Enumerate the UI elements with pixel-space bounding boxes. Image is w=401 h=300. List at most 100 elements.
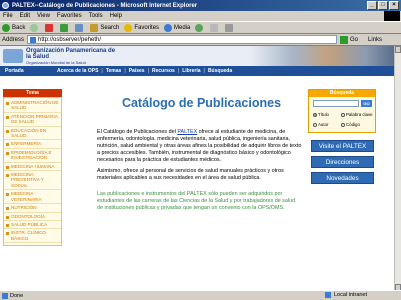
go-button[interactable]: Go	[340, 35, 358, 44]
paltex-link[interactable]: PALTEX	[177, 129, 197, 135]
novedades-button[interactable]: Novedades	[311, 172, 374, 184]
menu-tools[interactable]: Tools	[89, 13, 103, 19]
topic-item[interactable]: EDUCACIÓN EN SALUD	[4, 127, 61, 141]
ops-logo-icon[interactable]	[3, 49, 23, 63]
intro-text-start: El Catálogo de Publicaciones del	[97, 129, 178, 135]
favorites-label: Favorites	[134, 24, 160, 31]
topic-item[interactable]: MEDICINA PREVENTIVA Y SOCIAL	[4, 171, 61, 191]
bullet-icon	[6, 151, 9, 155]
menu-edit[interactable]: Edit	[20, 13, 30, 19]
mail-button[interactable]	[210, 23, 220, 32]
bullet-icon	[6, 143, 9, 147]
close-button[interactable]: ×	[389, 1, 399, 10]
topic-item[interactable]: ENFERMERÍA	[4, 140, 61, 149]
topic-item[interactable]: INSTR. CLÍNICO BÁSICO	[4, 229, 61, 244]
radio-selected-icon	[313, 112, 317, 117]
topic-label: MEDICINA VETERINARIA	[11, 191, 42, 202]
home-button[interactable]	[75, 23, 85, 32]
stop-button[interactable]	[45, 23, 55, 32]
menu-file[interactable]: File	[3, 13, 13, 19]
back-button[interactable]: Back	[2, 23, 26, 32]
bullet-icon	[6, 193, 9, 197]
radio-titulo[interactable]: Título	[313, 112, 329, 117]
nav-item-acerca[interactable]: Acerca de la OPS	[57, 68, 98, 74]
topic-item[interactable]: MEDICINA VETERINARIA	[4, 190, 61, 205]
radio-palabra-clave[interactable]: Palabra clave	[341, 112, 373, 117]
search-box-title: Búsqueda	[309, 90, 375, 97]
bullet-icon	[6, 232, 9, 236]
nav-item-busqueda[interactable]: Búsqueda	[208, 68, 232, 74]
topic-label: ATENCIÓN PRIMARIA DE SALUD	[11, 113, 58, 125]
topic-label: SALUD PÚBLICA	[11, 221, 48, 227]
topic-label: ENFERMERÍA	[11, 141, 42, 147]
direcciones-button[interactable]: Direcciones	[311, 156, 374, 168]
topic-panel-title: Tema	[3, 89, 62, 97]
topic-item[interactable]: ODONTOLOGÍA	[4, 213, 61, 221]
nav-item-temas[interactable]: Temas	[106, 68, 121, 74]
bullet-icon	[6, 207, 9, 211]
star-icon	[124, 23, 133, 32]
bullet-icon	[6, 174, 9, 178]
status-text: Done	[10, 292, 24, 299]
menu-favorites[interactable]: Favorites	[57, 13, 82, 19]
favorites-button[interactable]: Favorites	[124, 23, 160, 32]
window-title-bar: PALTEX--Catálogo de Publicaciones - Micr…	[0, 0, 401, 11]
address-url: http://osbserver/peheth/	[38, 36, 102, 43]
topic-label: NUTRICIÓN	[11, 205, 37, 211]
search-button[interactable]: Search	[90, 23, 119, 32]
forward-button[interactable]	[30, 23, 40, 32]
links-button[interactable]: Links	[368, 37, 382, 43]
header-photo-strip	[250, 46, 394, 66]
media-label: Media	[174, 24, 191, 31]
topic-item[interactable]: EPIDEMIOLOGÍA E INVESTIGACIÓN	[4, 149, 61, 163]
radio-autor[interactable]: Autor	[313, 122, 329, 127]
go-arrow-icon	[340, 35, 349, 44]
menu-help[interactable]: Help	[110, 13, 122, 19]
media-icon	[164, 23, 173, 32]
bullet-icon	[6, 223, 9, 227]
topic-item[interactable]: NUTRICIÓN	[4, 204, 61, 213]
history-button[interactable]	[195, 23, 205, 32]
page-title: Catálogo de Publicaciones	[121, 96, 282, 110]
page-icon	[30, 36, 37, 43]
address-input[interactable]: http://osbserver/peheth/	[27, 35, 338, 44]
windows-logo-icon	[384, 11, 400, 21]
bullet-icon	[6, 115, 9, 119]
catalog-search-input[interactable]	[313, 100, 359, 107]
nav-item-libreria[interactable]: Librería	[182, 68, 200, 74]
back-arrow-icon	[2, 23, 10, 32]
topic-item[interactable]: ADMINISTRACIÓN DE SALUD	[4, 99, 61, 113]
radio-icon	[313, 122, 317, 127]
ie-logo-icon	[2, 2, 9, 9]
menu-view[interactable]: View	[37, 13, 50, 19]
maximize-button[interactable]: □	[378, 1, 388, 10]
bullet-icon	[6, 129, 9, 133]
intranet-icon	[325, 292, 331, 298]
address-label: Address	[2, 36, 25, 43]
radio-codigo-label: Código	[346, 122, 360, 127]
back-label: Back	[12, 24, 26, 31]
eligibility-paragraph: Las publicaciones e instrumentos del PAL…	[97, 191, 296, 211]
topic-item[interactable]: SALUD PÚBLICA	[4, 221, 61, 230]
print-button[interactable]	[225, 23, 235, 32]
forward-arrow-icon	[30, 23, 39, 32]
vertical-scrollbar[interactable]	[394, 46, 401, 290]
media-button[interactable]: Media	[164, 23, 191, 32]
history-icon	[195, 23, 204, 32]
toolbar: Back Search Favorites Media	[0, 21, 401, 34]
search-go-button[interactable]: GO	[361, 100, 372, 107]
visit-paltex-button[interactable]: Visite el PALTEX	[311, 140, 374, 152]
topic-item[interactable]: ATENCIÓN PRIMARIA DE SALUD	[4, 113, 61, 127]
topic-label: INSTR. CLÍNICO BÁSICO	[11, 230, 46, 241]
radio-titulo-label: Título	[318, 112, 329, 117]
scroll-up-icon[interactable]	[395, 46, 401, 53]
nav-home[interactable]: Portada	[5, 68, 57, 74]
nav-item-paises[interactable]: Países	[129, 68, 145, 74]
right-column: Búsqueda GO Título Palabra clave Autor C…	[308, 89, 376, 184]
minimize-button[interactable]: _	[367, 1, 377, 10]
refresh-button[interactable]	[60, 23, 70, 32]
search-icon	[90, 23, 99, 32]
radio-codigo[interactable]: Código	[341, 122, 360, 127]
nav-item-recursos[interactable]: Recursos	[152, 68, 175, 74]
topic-item[interactable]: MEDICINA HUMANA	[4, 163, 61, 172]
